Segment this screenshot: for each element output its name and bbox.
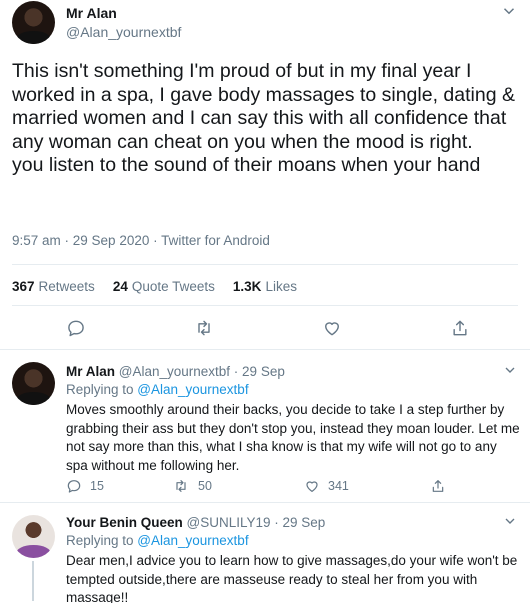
reply-action[interactable]: 15 xyxy=(66,478,104,494)
retweet-count: 50 xyxy=(198,479,212,493)
author-name[interactable]: Your Benin Queen xyxy=(66,515,183,530)
like-icon xyxy=(306,481,318,492)
replying-to: Replying to @Alan_yournextbf xyxy=(66,533,249,548)
reply-tweet[interactable]: Mr Alan @Alan_yournextbf · 29 Sep Replyi… xyxy=(0,350,530,503)
author-name[interactable]: Mr Alan xyxy=(66,364,115,379)
reply-header: Mr Alan @Alan_yournextbf · 29 Sep xyxy=(66,364,285,379)
replying-to-link[interactable]: @Alan_yournextbf xyxy=(137,382,248,397)
like-count: 341 xyxy=(328,479,349,493)
share-icon xyxy=(432,480,444,492)
share-icon[interactable] xyxy=(448,316,472,340)
reply-actions: 15 50 341 xyxy=(66,478,466,498)
like-action[interactable]: 341 xyxy=(304,478,349,494)
tweet-text: Moves smoothly around their backs, you d… xyxy=(66,402,520,473)
retweets-stat[interactable]: 367 Retweets xyxy=(12,279,95,294)
reply-count: 15 xyxy=(90,479,104,493)
share-action[interactable] xyxy=(430,478,446,494)
avatar[interactable] xyxy=(12,515,55,558)
tweet-meta[interactable]: 9:57 am · 29 Sep 2020 · Twitter for Andr… xyxy=(12,233,270,248)
tweet-stats: 367 Retweets 24 Quote Tweets 1.3K Likes xyxy=(12,279,297,294)
replying-to-link[interactable]: @Alan_yournextbf xyxy=(137,533,248,548)
likes-stat[interactable]: 1.3K Likes xyxy=(233,279,297,294)
avatar[interactable] xyxy=(12,362,55,405)
retweet-icon xyxy=(176,480,186,492)
retweet-icon[interactable] xyxy=(192,316,216,340)
more-icon[interactable] xyxy=(502,513,518,532)
author-name[interactable]: Mr Alan xyxy=(66,5,117,21)
author-handle[interactable]: @Alan_yournextbf · 29 Sep xyxy=(119,364,285,379)
author-handle[interactable]: @SUNLILY19 · 29 Sep xyxy=(187,515,326,530)
more-icon[interactable] xyxy=(500,2,518,25)
divider xyxy=(12,305,518,306)
more-icon[interactable] xyxy=(502,362,518,381)
replying-to: Replying to @Alan_yournextbf xyxy=(66,382,249,397)
quote-tweets-stat[interactable]: 24 Quote Tweets xyxy=(113,279,215,294)
avatar[interactable] xyxy=(12,1,55,44)
tweet-actions xyxy=(0,316,530,342)
thread-line xyxy=(32,561,34,601)
reply-icon xyxy=(67,480,81,493)
reply-header: Your Benin Queen @SUNLILY19 · 29 Sep xyxy=(66,515,325,530)
like-icon[interactable] xyxy=(320,316,344,340)
reply-tweet[interactable]: Your Benin Queen @SUNLILY19 · 29 Sep Rep… xyxy=(0,503,530,603)
divider xyxy=(12,264,518,265)
tweet-text: This isn't something I'm proud of but in… xyxy=(12,60,515,176)
retweet-action[interactable]: 50 xyxy=(172,478,212,494)
tweet-text: Dear men,I advice you to learn how to gi… xyxy=(66,553,518,603)
author-handle[interactable]: @Alan_yournextbf xyxy=(66,24,181,40)
reply-icon[interactable] xyxy=(64,316,88,340)
